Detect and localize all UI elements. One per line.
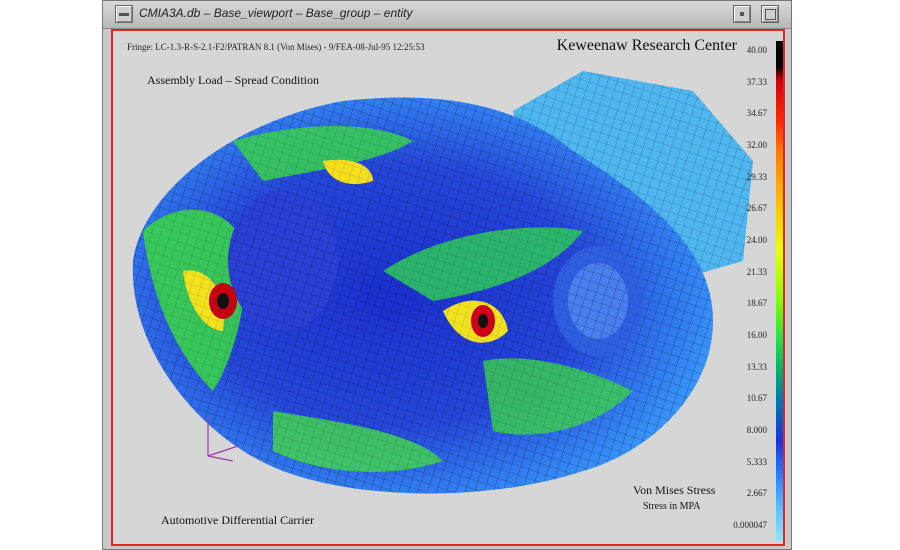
- window-menu-button[interactable]: [115, 5, 133, 23]
- color-scale-tick: 40.00: [746, 45, 767, 55]
- window-title: CMIA3A.db – Base_viewport – Base_group –…: [139, 6, 413, 20]
- window-titlebar[interactable]: CMIA3A.db – Base_viewport – Base_group –…: [103, 1, 791, 29]
- minimize-button[interactable]: [733, 5, 751, 23]
- color-scale-tick: 5.333: [746, 456, 767, 467]
- color-scale-tick: 37.33: [746, 76, 767, 87]
- stress-color-scale: [776, 41, 783, 541]
- color-scale-tick: 26.67: [746, 203, 767, 214]
- color-scale-tick: 34.67: [746, 108, 767, 119]
- color-scale-tick: 29.33: [746, 171, 767, 182]
- legend-title: Von Mises Stress: [633, 483, 716, 497]
- model-caption: Automotive Differential Carrier: [161, 513, 315, 527]
- color-scale-tick: 24.00: [746, 235, 767, 245]
- maximize-button[interactable]: [761, 5, 779, 23]
- color-scale-tick: 0.000047: [733, 520, 767, 530]
- app-window: CMIA3A.db – Base_viewport – Base_group –…: [102, 0, 792, 550]
- color-scale-tick: 8.000: [746, 425, 767, 435]
- fea-viewport[interactable]: Fringe: LC-1.3-R-S-2.1-F2/PATRAN 8.1 (Vo…: [111, 29, 785, 546]
- color-scale-tick: 2.667: [746, 488, 767, 499]
- color-scale-tick: 18.67: [746, 298, 767, 309]
- legend-subtitle: Stress in MPA: [643, 501, 701, 512]
- color-scale-tick: 10.67: [746, 393, 767, 404]
- color-scale-tick: 13.33: [746, 361, 767, 372]
- coordinate-axes: [207, 416, 239, 462]
- color-scale-tick: 32.00: [746, 140, 767, 150]
- color-scale-tick: 21.33: [746, 266, 767, 277]
- color-scale-tick: 16.00: [746, 330, 767, 340]
